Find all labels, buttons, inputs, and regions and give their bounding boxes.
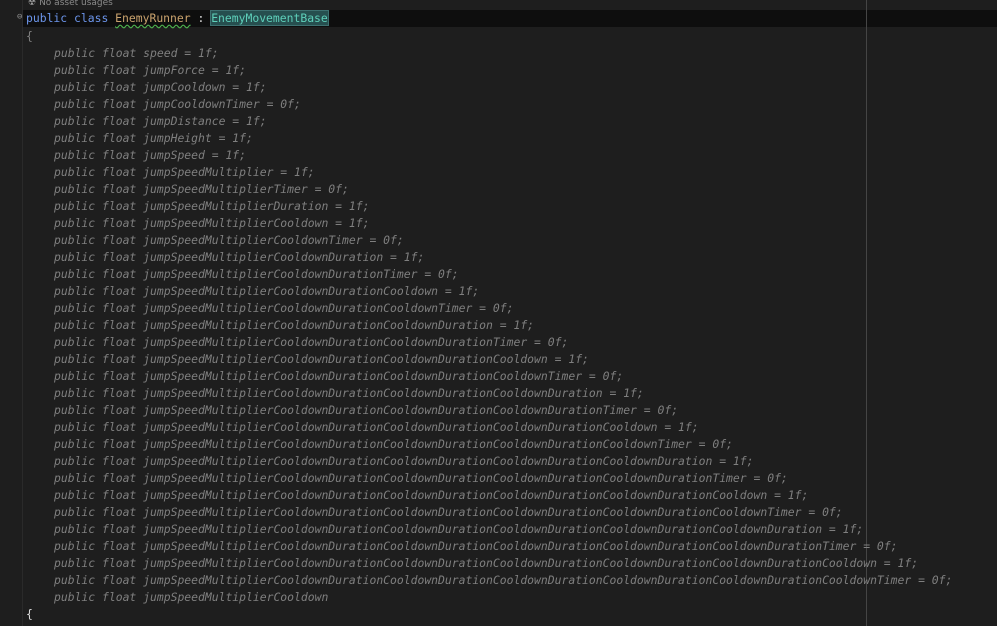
field-declaration-line[interactable]: public float jumpSpeedMultiplierCooldown…	[54, 470, 788, 487]
code-editor[interactable]: ☢ No asset usages ⊖ public class EnemyRun…	[0, 0, 997, 626]
field-declaration-line[interactable]: public float jumpSpeedMultiplier = 1f;	[54, 164, 315, 181]
keyword-public: public	[26, 11, 68, 25]
field-declaration-line[interactable]: public float jumpSpeedMultiplierCooldown…	[54, 436, 733, 453]
inheritance-colon: :	[190, 11, 212, 25]
code-vision-usages[interactable]: ☢ No asset usages	[28, 0, 113, 9]
field-declaration-line[interactable]: public float jumpSpeedMultiplierDuration…	[54, 198, 369, 215]
base-class-name[interactable]: EnemyMovementBase	[210, 10, 329, 26]
field-declaration-line[interactable]: public float jumpSpeedMultiplierCooldown…	[54, 402, 678, 419]
field-declaration-line[interactable]: public float jumpSpeedMultiplierCooldown…	[54, 300, 513, 317]
field-declaration-line[interactable]: public float jumpSpeedMultiplierCooldown…	[54, 249, 424, 266]
close-brace: {	[26, 607, 33, 621]
field-declaration-line[interactable]: public float jumpSpeedMultiplierCooldown…	[54, 453, 754, 470]
field-declaration-line[interactable]: public float jumpSpeedMultiplierCooldown…	[54, 351, 589, 368]
field-declaration-line[interactable]: public float jumpForce = 1f;	[54, 62, 246, 79]
field-declaration-line[interactable]: public float jumpSpeedMultiplierCooldown…	[54, 334, 568, 351]
class-name[interactable]: EnemyRunner	[115, 11, 190, 25]
class-declaration-line[interactable]: public class EnemyRunner : EnemyMovement…	[26, 10, 329, 27]
field-declaration-line[interactable]: public float jumpHeight = 1f;	[54, 130, 253, 147]
field-declaration-line[interactable]: public float jumpSpeed = 1f;	[54, 147, 246, 164]
field-declaration-line[interactable]: public float jumpSpeedMultiplierCooldown…	[54, 504, 843, 521]
field-declaration-line[interactable]: public float jumpSpeedMultiplierCooldown	[54, 589, 328, 606]
field-declaration-line[interactable]: public float jumpSpeedMultiplierCooldown…	[54, 215, 369, 232]
right-margin-guide	[866, 0, 867, 626]
field-declaration-line[interactable]: public float jumpSpeedMultiplierTimer = …	[54, 181, 349, 198]
field-declaration-line[interactable]: public float jumpSpeedMultiplierCooldown…	[54, 521, 863, 538]
field-declaration-line[interactable]: public float jumpSpeedMultiplierCooldown…	[54, 266, 459, 283]
field-declaration-line[interactable]: public float jumpSpeedMultiplierCooldown…	[54, 555, 918, 572]
field-declaration-line[interactable]: public float jumpSpeedMultiplierCooldown…	[54, 538, 898, 555]
field-declaration-line[interactable]: public float jumpCooldownTimer = 0f;	[54, 96, 301, 113]
field-declaration-line[interactable]: public float jumpSpeedMultiplierCooldown…	[54, 419, 699, 436]
open-brace: {	[26, 29, 33, 43]
field-declaration-line[interactable]: public float jumpSpeedMultiplierCooldown…	[54, 385, 644, 402]
field-declaration-line[interactable]: public float speed = 1f;	[54, 45, 219, 62]
gutter-divider	[22, 0, 23, 626]
text-cursor	[327, 11, 329, 26]
keyword-class: class	[74, 11, 109, 25]
field-declaration-line[interactable]: public float jumpSpeedMultiplierCooldown…	[54, 283, 479, 300]
unity-asset-icon: ☢	[28, 0, 37, 8]
field-declaration-line[interactable]: public float jumpSpeedMultiplierCooldown…	[54, 572, 952, 589]
field-declaration-line[interactable]: public float jumpCooldown = 1f;	[54, 79, 267, 96]
field-declaration-line[interactable]: public float jumpSpeedMultiplierCooldown…	[54, 317, 534, 334]
field-declaration-line[interactable]: public float jumpDistance = 1f;	[54, 113, 267, 130]
editor-gutter[interactable]	[0, 0, 22, 626]
field-declaration-line[interactable]: public float jumpSpeedMultiplierCooldown…	[54, 232, 404, 249]
field-declaration-line[interactable]: public float jumpSpeedMultiplierCooldown…	[54, 368, 623, 385]
field-declaration-line[interactable]: public float jumpSpeedMultiplierCooldown…	[54, 487, 808, 504]
usages-hint-text: No asset usages	[39, 0, 113, 8]
fold-collapse-icon[interactable]: ⊖	[17, 13, 24, 22]
